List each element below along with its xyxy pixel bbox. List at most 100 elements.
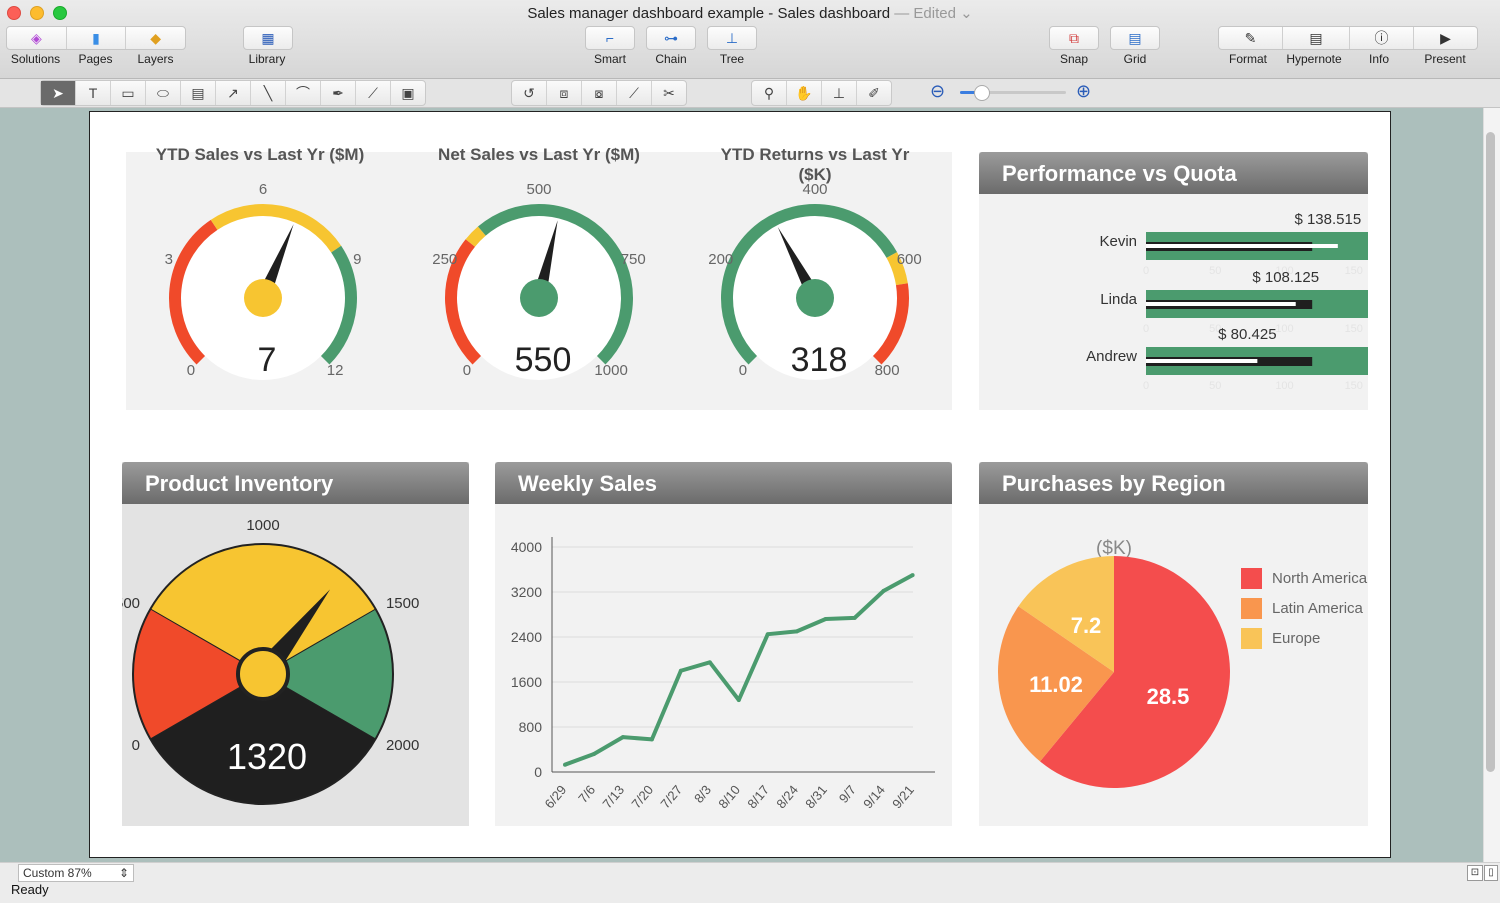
eyedropper-tool[interactable]: ✐ [857,81,891,105]
magnifier-tool[interactable]: ⚲ [752,81,787,105]
performance-axis-label: 150 [1345,380,1363,392]
tree-button[interactable]: ⊥ [707,26,757,50]
region-slice-label: 28.5 [1147,684,1190,709]
inspector-group: ✎ ▤ ⓘ ▶ [1218,26,1478,50]
zoom-select[interactable]: Custom 87% ⇕ [18,864,134,882]
weekly-sales-x-tick: 7/6 [575,782,598,805]
library-button[interactable]: ▦ [243,26,293,50]
solutions-icon: ◈ [30,29,42,46]
pages-icon: ▮ [92,29,100,46]
region-legend-label: Europe [1272,630,1320,647]
zoom-out-button[interactable]: ⊖ [930,81,945,102]
bezier-tool[interactable]: ⟋ [356,81,391,105]
stamp-tool[interactable]: ⊥ [822,81,857,105]
weekly-sales-y-tick: 800 [519,719,543,735]
weekly-sales-point [852,615,857,620]
info-button[interactable]: ⓘ [1350,27,1414,49]
region-legend-swatch [1241,628,1262,649]
drawing-tools: ➤ T ▭ ⬭ ▤ ↗ ╲ ⌒ ✒ ⟋ ▣ [40,80,426,106]
performance-chart: Kevin$ 138.515050100150200Linda$ 108.125… [1086,211,1368,392]
gauge-title-ytd-returns: YTD Returns vs Last Yr ($K) [720,145,910,184]
format-button[interactable]: ✎ [1219,27,1283,49]
weekly-sales-x-tick: 6/29 [542,782,570,811]
connect-tool[interactable]: ⟋ [617,81,652,105]
gauge-tick-label: 500 [526,181,551,198]
text-tool[interactable]: T [76,81,111,105]
weekly-sales-x-tick: 9/7 [836,782,859,805]
arrow-icon: ↗ [227,84,239,101]
performance-axis-label: 100 [1275,323,1293,335]
weekly-sales-x-tick: 8/31 [802,782,830,811]
image-frame-icon: ▣ [401,84,415,101]
vertical-scroll-thumb[interactable] [1486,132,1495,772]
pen-tool[interactable]: ✒ [321,81,356,105]
zoom-slider[interactable] [960,85,1066,101]
edited-indicator[interactable]: — Edited ⌄ [894,5,972,22]
tree-label: Tree [719,52,745,66]
snap-button[interactable]: ⧉ [1049,26,1099,50]
performance-value-label: $ 138.515 [1294,211,1361,228]
present-button[interactable]: ▶ [1414,27,1477,49]
weekly-sales-point [765,632,770,637]
weekly-sales-y-tick: 2400 [511,629,542,645]
group-tool[interactable]: ⧈ [547,81,582,105]
pointer-tool[interactable]: ➤ [41,81,76,105]
hypernote-button[interactable]: ▤ [1283,27,1350,49]
gauge-hub [796,279,834,317]
grid-button[interactable]: ▤ [1110,26,1160,50]
inventory-tick-label: 500 [122,595,140,612]
pages-button[interactable]: ▮ [67,27,127,49]
weekly-sales-x-tick: 8/3 [691,782,714,805]
dashboard-page[interactable]: 0 3 6 9 12 7 0 250 500 750 1000 550 0 200 400 600 800 318… [89,111,1391,858]
view-tools: ⚲ ✋ ⊥ ✐ [751,80,892,106]
hand-icon: ✋ [795,84,813,101]
table-tool[interactable]: ▤ [181,81,216,105]
status-bar [0,862,1500,903]
layers-label: Layers [137,52,174,66]
arc-tool[interactable]: ⌒ [286,81,321,105]
solutions-button[interactable]: ◈ [7,27,67,49]
ungroup-tool[interactable]: ⧇ [582,81,617,105]
weekly-sales-chart: 4000 3200 2400 1600 800 06/29 7/6 7/13 7/20 7/27 8… [511,537,935,811]
rectangle-icon: ▭ [121,84,135,101]
arrow-tool[interactable]: ↗ [216,81,251,105]
inventory-tick-label: 1000 [246,517,279,534]
disconnect-tool[interactable]: ✂ [652,81,686,105]
gauge-tick-label: 250 [432,251,457,268]
performance-axis-label: 0 [1143,323,1149,335]
hand-tool[interactable]: ✋ [787,81,822,105]
drawing-tools-bar: ➤ T ▭ ⬭ ▤ ↗ ╲ ⌒ ✒ ⟋ ▣ ↺ ⧈ ⧇ ⟋ ✂ ⚲ ✋ ⊥ ✐ … [0,79,1500,108]
smart-button[interactable]: ⌐ [585,26,635,50]
window-toolbar: Sales manager dashboard example - Sales … [0,0,1500,79]
zoom-slider-knob[interactable] [974,85,991,101]
chain-button[interactable]: ⊶ [646,26,696,50]
weekly-sales-point [910,573,915,578]
gauge-tick-label: 3 [165,251,173,268]
fit-page-icon: ⊡ [1470,867,1480,878]
weekly-sales-x-tick: 8/17 [744,782,772,811]
weekly-sales-line [564,573,914,767]
performance-target-bar [1146,359,1258,363]
layers-button[interactable]: ◆ [126,27,185,49]
weekly-sales-point [736,698,741,702]
rectangle-tool[interactable]: ▭ [111,81,146,105]
inventory-value: 1320 [227,736,307,777]
zoom-in-button[interactable]: ⊕ [1076,81,1091,102]
gauge-tick-label: 750 [621,251,646,268]
ellipse-tool[interactable]: ⬭ [146,81,181,105]
zoom-in-icon: ⊕ [1076,81,1092,101]
weekly-sales-x-tick: 9/14 [860,782,888,811]
gauge-tick-label: 12 [327,362,344,379]
solutions-label: Solutions [10,52,61,66]
rotate-tool[interactable]: ↺ [512,81,547,105]
inventory-hub [236,647,290,701]
line-tool[interactable]: ╲ [251,81,286,105]
inventory-tick-label: 0 [132,737,140,754]
layers-icon: ◆ [150,29,162,46]
image-tool[interactable]: ▣ [391,81,425,105]
fit-page-button[interactable]: ⊡ [1467,865,1483,881]
weekly-sales-point [649,737,654,742]
region-legend-swatch [1241,598,1262,619]
region-legend-swatch [1241,568,1262,589]
actual-size-button[interactable]: ▯ [1484,865,1498,881]
